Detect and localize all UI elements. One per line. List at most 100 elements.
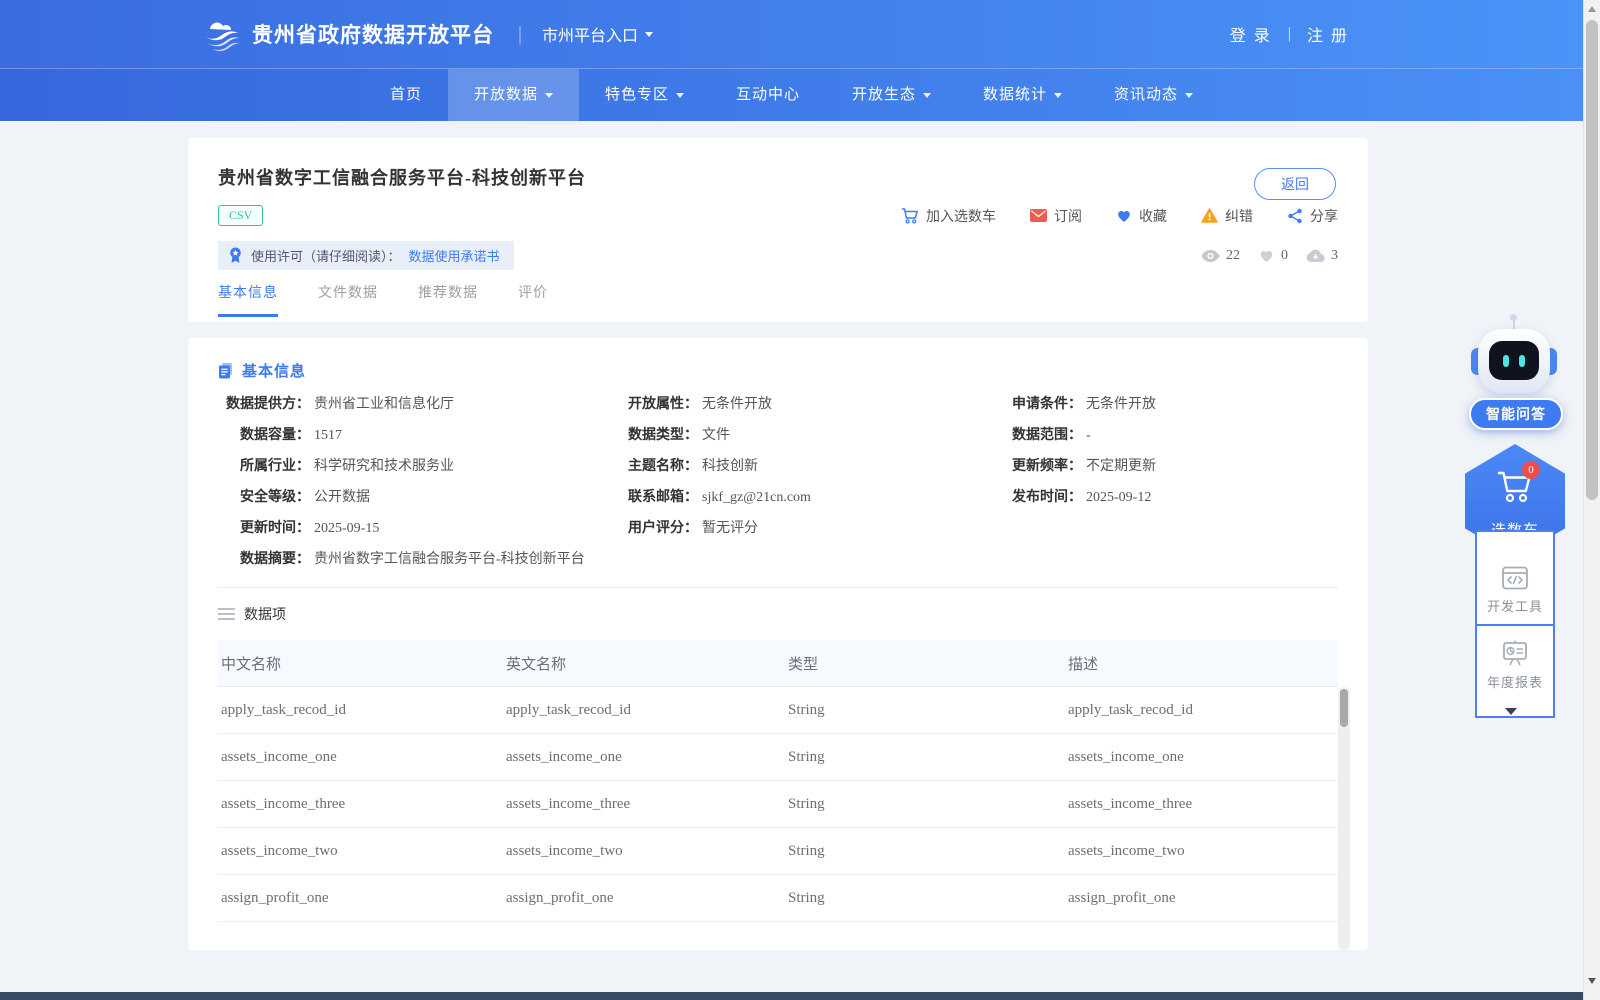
robot-eye <box>1503 355 1509 367</box>
page-content: 贵州省数字工信融合服务平台-科技创新平台 返回 CSV 加入选数车 订阅 收藏 … <box>188 138 1368 950</box>
register-link[interactable]: 注 册 <box>1307 22 1349 46</box>
warning-icon <box>1201 208 1218 223</box>
top-header: 贵州省政府数据开放平台 | 市州平台入口 登 录 | 注 册 <box>0 0 1583 68</box>
field-user-rating: 用户评分： 暂无评分 <box>628 521 758 536</box>
field-security-level: 安全等级： 公开数据 <box>240 490 370 505</box>
nav-item-interaction-center[interactable]: 互动中心 <box>710 69 826 121</box>
table-row: assign_profit_one assign_profit_one Stri… <box>218 875 1338 922</box>
dataset-actions: 加入选数车 订阅 收藏 纠错 分享 <box>901 206 1338 226</box>
dev-tools-label: 开发工具 <box>1486 599 1543 614</box>
nav-item-home[interactable]: 首页 <box>364 69 448 121</box>
collapse-widgets-arrow[interactable] <box>1505 708 1517 715</box>
favorite-button[interactable]: 收藏 <box>1116 206 1167 226</box>
annual-report-label: 年度报表 <box>1486 675 1543 690</box>
nav-item-open-data[interactable]: 开放数据 <box>447 69 579 121</box>
robot-face <box>1489 341 1539 380</box>
field-provider: 数据提供方： 贵州省工业和信息化厅 <box>226 397 454 412</box>
field-data-range: 数据范围： - <box>1012 428 1091 443</box>
scroll-down-arrow[interactable] <box>1588 978 1596 984</box>
section-divider <box>218 587 1338 588</box>
cell-description: assets_income_three <box>1068 795 1193 812</box>
nav-item-open-ecosystem[interactable]: 开放生态 <box>826 69 957 121</box>
field-apply-condition: 申请条件： 无条件开放 <box>1012 397 1156 412</box>
cell-type: String <box>788 842 825 859</box>
table-row: assets_income_two assets_income_two Stri… <box>218 828 1338 875</box>
page-scrollbar[interactable] <box>1583 0 1600 1000</box>
chevron-down-icon <box>544 92 553 98</box>
medal-icon <box>230 247 241 263</box>
cell-description: apply_task_recod_id <box>1068 701 1193 718</box>
cell-type: String <box>788 889 825 906</box>
chevron-down-icon <box>1185 92 1194 98</box>
share-icon <box>1288 208 1302 223</box>
tab-rating[interactable]: 评价 <box>518 282 548 317</box>
nav-item-data-statistics[interactable]: 数据统计 <box>957 69 1088 121</box>
nav-item-special-zone[interactable]: 特色专区 <box>579 69 710 121</box>
license-link[interactable]: 数据使用承诺书 <box>409 246 500 265</box>
license-label: 使用许可（请仔细阅读）： <box>251 249 401 264</box>
cell-type: String <box>788 748 825 765</box>
cell-type: String <box>788 795 825 812</box>
data-items-table: 中文名称 英文名称 类型 描述 apply_task_recod_id appl… <box>218 640 1350 950</box>
auth-divider: | <box>1287 25 1291 42</box>
column-header: 描述 <box>1068 656 1099 673</box>
field-abstract: 数据摘要： 贵州省数字工信融合服务平台-科技创新平台 <box>240 552 585 567</box>
table-row-partial <box>218 922 1338 950</box>
download-cloud-icon <box>1306 249 1325 262</box>
login-link[interactable]: 登 录 <box>1230 22 1272 46</box>
site-title: 贵州省政府数据开放平台 <box>252 23 494 47</box>
share-button[interactable]: 分享 <box>1287 206 1338 226</box>
list-icon <box>218 608 235 620</box>
mail-icon <box>1030 209 1047 222</box>
cell-en-name: assets_income_two <box>506 842 623 859</box>
field-data-type: 数据类型： 文件 <box>628 428 730 443</box>
heart-gray-icon <box>1260 251 1273 262</box>
tab-recommended-data[interactable]: 推荐数据 <box>418 282 478 317</box>
add-to-cart-button[interactable]: 加入选数车 <box>901 206 996 226</box>
tab-basic-info[interactable]: 基本信息 <box>218 282 278 317</box>
platform-logo-icon <box>204 22 239 52</box>
column-header: 英文名称 <box>506 656 567 673</box>
report-error-button[interactable]: 纠错 <box>1201 206 1253 226</box>
table-scrollbar-thumb[interactable] <box>1340 689 1348 727</box>
views-stat: 22 <box>1201 248 1240 264</box>
ai-robot-avatar[interactable] <box>1471 314 1557 396</box>
table-scrollbar[interactable] <box>1338 687 1350 950</box>
robot-eye <box>1519 355 1525 367</box>
page-scrollbar-thumb[interactable] <box>1586 20 1598 500</box>
cart-icon <box>902 208 918 224</box>
field-update-frequency: 更新频率： 不定期更新 <box>1012 459 1156 474</box>
tab-file-data[interactable]: 文件数据 <box>318 282 378 317</box>
table-row: assets_income_three assets_income_three … <box>218 781 1338 828</box>
cell-cn-name: assets_income_three <box>221 795 346 812</box>
basic-info-grid: 数据提供方： 贵州省工业和信息化厅 数据容量： 1517 所属行业： 科学研究和技术服… <box>218 395 1338 581</box>
table-row: apply_task_recod_id apply_task_recod_id … <box>218 687 1338 734</box>
field-contact-email: 联系邮箱： sjkf_gz@21cn.com <box>628 490 811 505</box>
data-items-section-header: 数据项 <box>218 604 1338 624</box>
back-button[interactable]: 返回 <box>1254 168 1336 200</box>
field-publish-time: 发布时间： 2025-09-12 <box>1012 490 1152 505</box>
page-title: 贵州省数字工信融合服务平台-科技创新平台 <box>218 168 586 188</box>
cell-en-name: assign_profit_one <box>506 889 614 906</box>
city-portal-entry[interactable]: 市州平台入口 <box>542 22 654 46</box>
cell-cn-name: assign_profit_one <box>221 889 329 906</box>
chevron-down-icon <box>645 31 654 37</box>
basic-info-card: 基本信息 数据提供方： 贵州省工业和信息化厅 数据容量： 1517 所属行业： 科学研… <box>188 338 1368 950</box>
format-badge: CSV <box>218 205 264 226</box>
side-tools-panel: 开发工具 年度报表 <box>1475 530 1555 718</box>
document-icon <box>219 363 232 379</box>
scroll-up-arrow[interactable] <box>1588 6 1596 12</box>
cell-cn-name: assets_income_two <box>221 842 338 859</box>
subscribe-button[interactable]: 订阅 <box>1030 206 1082 226</box>
eye-icon <box>1201 249 1220 262</box>
likes-stat: 0 <box>1258 248 1288 264</box>
dev-tools-button[interactable]: 开发工具 <box>1477 532 1553 624</box>
field-update-time: 更新时间： 2025-09-15 <box>240 521 380 536</box>
ai-qa-button[interactable]: 智能问答 <box>1469 398 1563 430</box>
nav-item-news[interactable]: 资讯动态 <box>1088 69 1219 121</box>
header-divider: | <box>518 22 523 45</box>
table-header-row: 中文名称 英文名称 类型 描述 <box>218 640 1338 687</box>
annual-report-button[interactable]: 年度报表 <box>1477 624 1553 716</box>
table-row: assets_income_one assets_income_one Stri… <box>218 734 1338 781</box>
cell-en-name: apply_task_recod_id <box>506 701 631 718</box>
